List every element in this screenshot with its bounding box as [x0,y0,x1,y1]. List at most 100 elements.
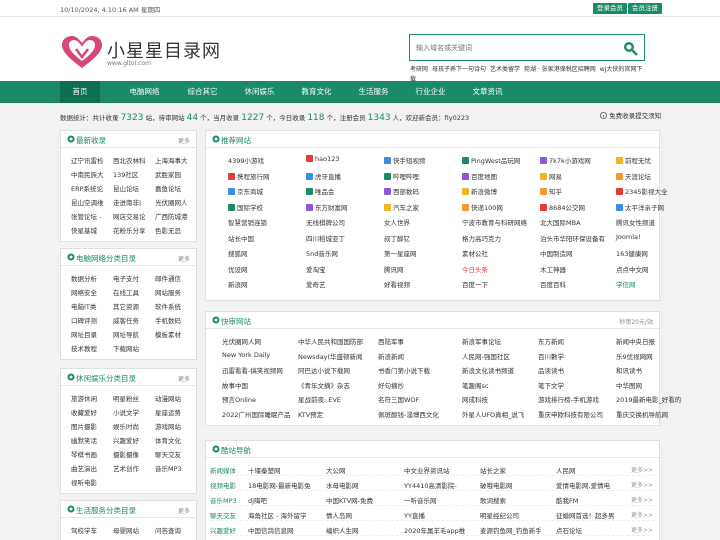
sidebar-link[interactable]: 快星基城 [71,225,97,235]
sidebar-link[interactable]: 辽宁讯雷检 [71,155,104,165]
sidebar-link[interactable]: 威客任务 [113,315,139,325]
quick-link[interactable]: 笔趣阁sc [462,380,488,390]
sidebar-link[interactable]: 昆山空调维 [71,197,104,207]
search-input[interactable] [416,40,616,55]
sidebar-link[interactable]: 网络安全 [71,287,97,297]
sidebar-link[interactable]: 聊天交友 [155,449,181,459]
nav-item[interactable]: 行业企业 [403,81,458,103]
cool-site-link[interactable]: dj嗨吧 [248,495,267,505]
recommend-link[interactable]: 格力高巧克力 [462,233,501,243]
cool-site-link[interactable]: 大公网 [326,465,346,475]
quick-link[interactable]: 新浪文化读书频道 [462,365,514,375]
sidebar-link[interactable]: 139社区 [113,169,138,179]
cool-site-link[interactable]: 点石论坛 [556,525,582,535]
cool-site-category[interactable]: 聊天交友 [210,510,236,520]
cool-site-link[interactable]: 征婚网首选！超多男 [556,510,615,520]
sidebar-link[interactable]: 中南民族大 [71,169,104,179]
quick-link[interactable]: 西陆军事 [378,336,404,346]
quick-link[interactable]: 预言Online [222,394,256,404]
recommend-link[interactable]: 国际学校 [228,202,263,212]
quick-link[interactable]: 乐9优视网网 [616,351,653,361]
cool-site-link[interactable]: 海角社区 - 海外留学 [248,510,306,520]
sidebar-link[interactable]: 问答查询 [155,525,181,535]
cool-site-link[interactable]: YY4410高清影院- [404,480,457,490]
recommend-link[interactable]: 叔丁醇钇 [384,233,410,243]
cool-site-link[interactable]: 中文业界资讯站 [404,465,450,475]
recommend-link[interactable]: 2345影视大全 [616,186,668,196]
sidebar-link[interactable]: 电脑IT类 [71,301,96,311]
nav-item[interactable]: 休闲娱乐 [232,81,287,103]
sidebar-link[interactable]: 花粉乐分享 [113,225,146,235]
nav-item[interactable]: 综合其它 [175,81,230,103]
sidebar-link[interactable]: 网店交易论 [113,211,146,221]
recommend-link[interactable]: 5nd音乐网 [306,248,338,258]
recommend-link[interactable]: 新浪微博 [462,186,497,196]
recommend-link[interactable]: 四川稻城亚丁 [306,233,345,243]
recommend-link[interactable]: 快递100网 [462,202,503,212]
recommend-link[interactable]: 东方财富网 [306,202,348,212]
more-link[interactable]: 更多>> [631,465,653,474]
sidebar-link[interactable]: 星座运势 [155,407,181,417]
cool-site-category[interactable]: 视频电影 [210,480,236,490]
sidebar-link[interactable]: 技术教程 [71,343,97,353]
recommend-link[interactable]: 虎牙直播 [306,171,341,181]
sidebar-link[interactable]: 口碑评测 [71,315,97,325]
cool-site-link[interactable]: 十堰秦楚网 [248,465,281,475]
sidebar-link[interactable]: 在线工具 [113,287,139,297]
sidebar-link[interactable]: 兴趣爱好 [113,435,139,445]
search-icon[interactable] [622,40,638,56]
recommend-link[interactable]: 网易 [540,171,562,181]
cool-site-link[interactable]: 一听音乐网 [404,495,437,505]
recommend-link[interactable]: 爱淘宝 [306,264,326,274]
quick-link[interactable]: 2019最新电影_好看的 [616,394,681,404]
sidebar-link[interactable]: 色影无忌 [155,225,181,235]
quick-link[interactable]: 迅雷看看-搞笑视频网 [222,365,283,375]
recommend-link[interactable]: 女人世界 [384,217,410,227]
quick-link[interactable]: 阿巴达小说下载网 [298,365,350,375]
cool-site-link[interactable]: 中国信鸽信息网 [248,525,294,535]
sidebar-link[interactable]: 图片摄影 [71,421,97,431]
more-link[interactable]: 更多>> [631,525,653,534]
cool-site-link[interactable]: 情人岛网 [326,510,352,520]
sidebar-link[interactable]: 明星粉丝 [113,393,139,403]
sidebar-link[interactable]: 母婴网站 [113,525,139,535]
hot-keyword[interactable]: 艺术类留学 [490,66,520,73]
sidebar-link[interactable]: 数据分析 [71,273,97,283]
recommend-link[interactable]: 腾讯网 [384,264,404,274]
cool-site-link[interactable]: 酷我FM [556,495,578,505]
quick-link[interactable]: 书香门第小说下载 [378,365,430,375]
quick-link[interactable]: 中华图网 [616,380,642,390]
sidebar-link[interactable]: 网址目录 [71,329,97,339]
sidebar-link[interactable]: 模板素材 [155,329,181,339]
nav-item[interactable]: 首页 [60,81,100,103]
sidebar-link[interactable]: 电子支付 [113,273,139,283]
recommend-link[interactable]: 学信网 [616,279,636,289]
sidebar-link[interactable]: 邮件通信 [155,273,181,283]
quick-link[interactable]: 新闻中央日报 [616,336,655,346]
quick-link[interactable]: 故事中国 [222,380,248,390]
sidebar-link[interactable]: 其它资源 [113,301,139,311]
quick-link[interactable]: Newsday(华盛顿新闻 [298,351,363,361]
recommend-link[interactable]: 站长中国 [228,233,254,243]
sidebar-link[interactable]: 视听电影 [71,477,97,487]
sidebar-link[interactable]: 手机数码 [155,315,181,325]
quick-link[interactable]: 星战前夜: EVE [298,394,341,404]
sidebar-link[interactable]: 小说文学 [113,407,139,417]
sidebar-link[interactable]: 嘉鱼论坛 [155,183,181,193]
quick-link[interactable]: New York Daily [222,351,270,359]
quick-link[interactable]: 人民网-强国社区 [462,351,510,361]
cool-site-link[interactable]: 歌词搜索 [480,495,506,505]
sidebar-link[interactable]: 体育文化 [155,435,181,445]
sidebar-link[interactable]: 收藏爱好 [71,407,97,417]
cool-site-link[interactable]: 编织人生网 [326,525,359,535]
quick-link[interactable]: 好句摘抄 [378,380,404,390]
quick-link[interactable]: 东方新闻 [538,336,564,346]
recommend-link[interactable]: 7k7k小游戏网 [540,155,591,165]
sidebar-link[interactable]: 摄影摄像 [113,449,139,459]
sidebar-link[interactable]: 走进南非| [113,197,141,207]
cool-site-link[interactable]: 水母电影网 [326,480,359,490]
recommend-link[interactable]: 素材公社 [462,248,488,258]
quick-link[interactable]: 《青年文摘》杂志 [298,380,350,390]
nav-item[interactable]: 生活服务 [346,81,401,103]
more-link[interactable]: 更多>> [631,510,653,519]
